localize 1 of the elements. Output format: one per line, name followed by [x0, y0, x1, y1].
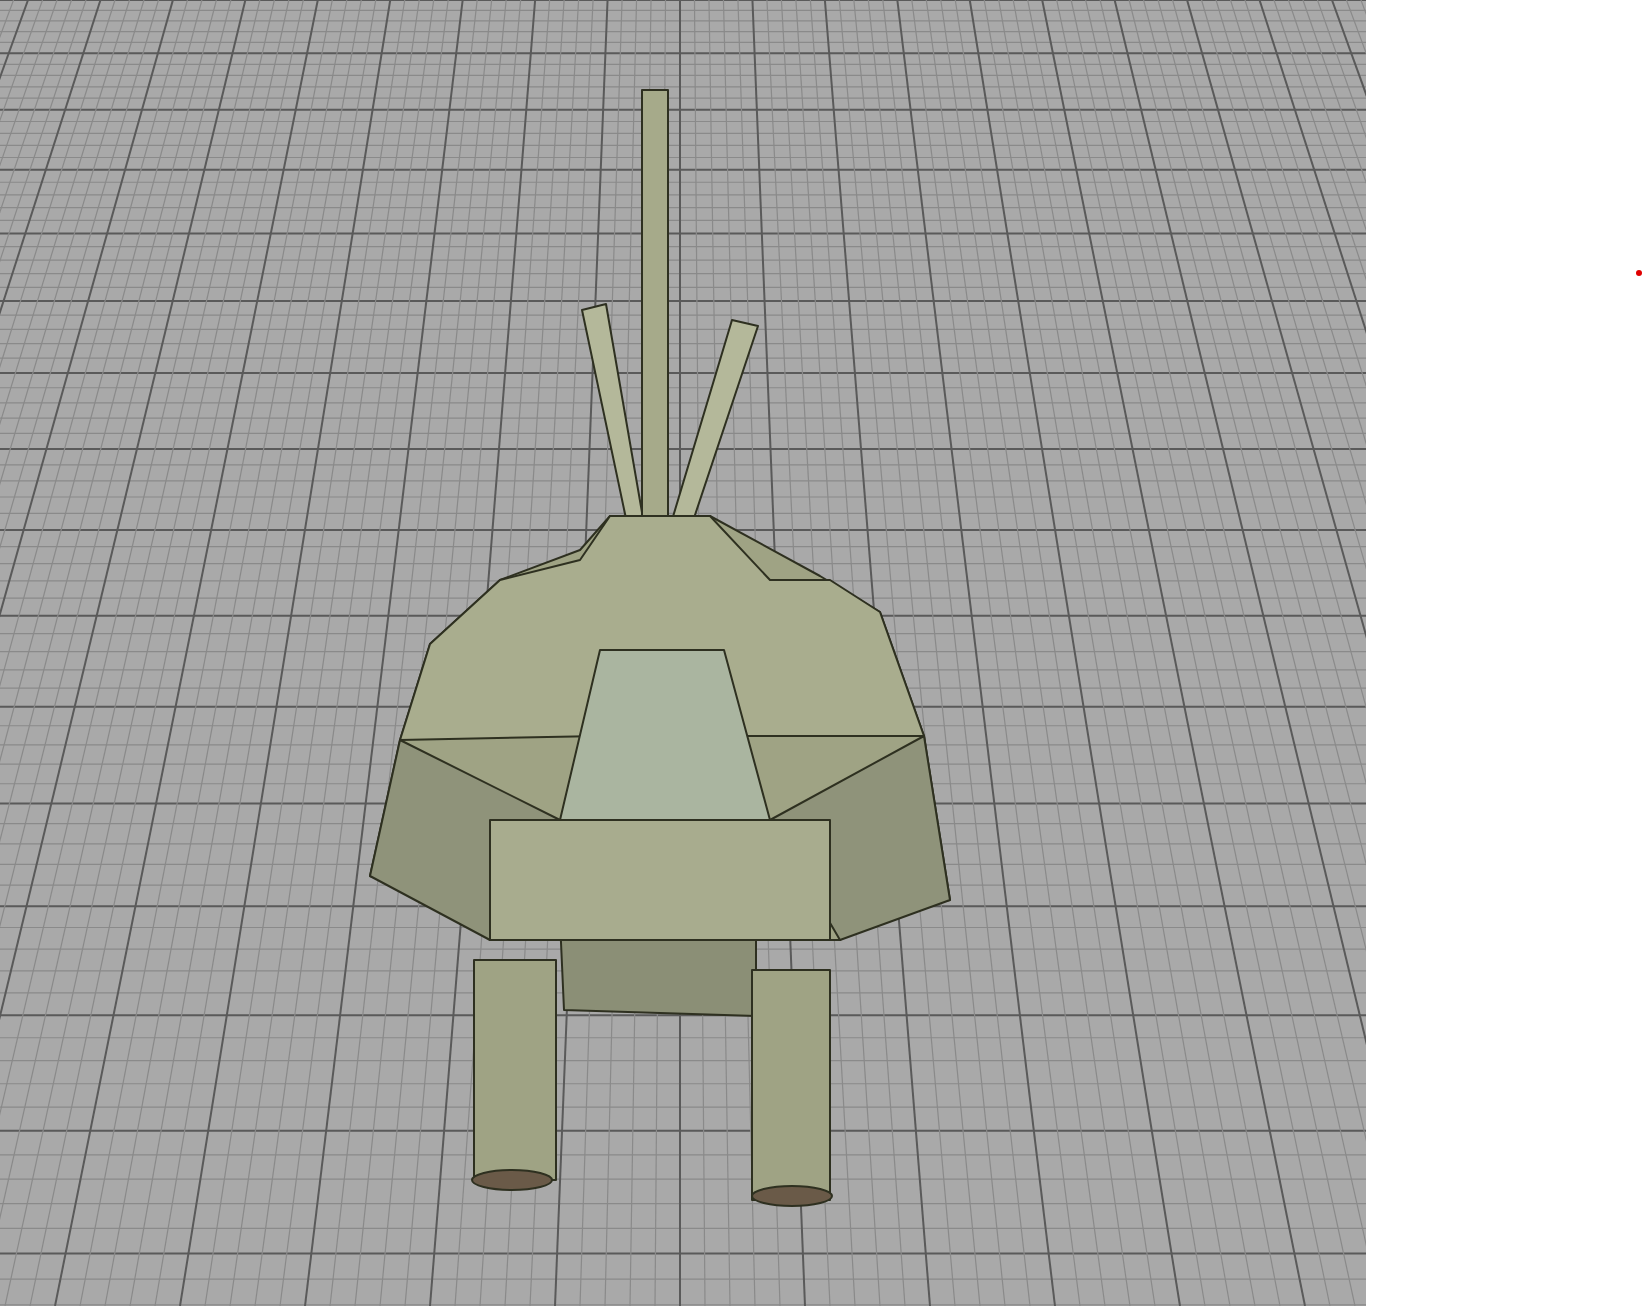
robot-model-drawing[interactable] [369, 89, 951, 1207]
